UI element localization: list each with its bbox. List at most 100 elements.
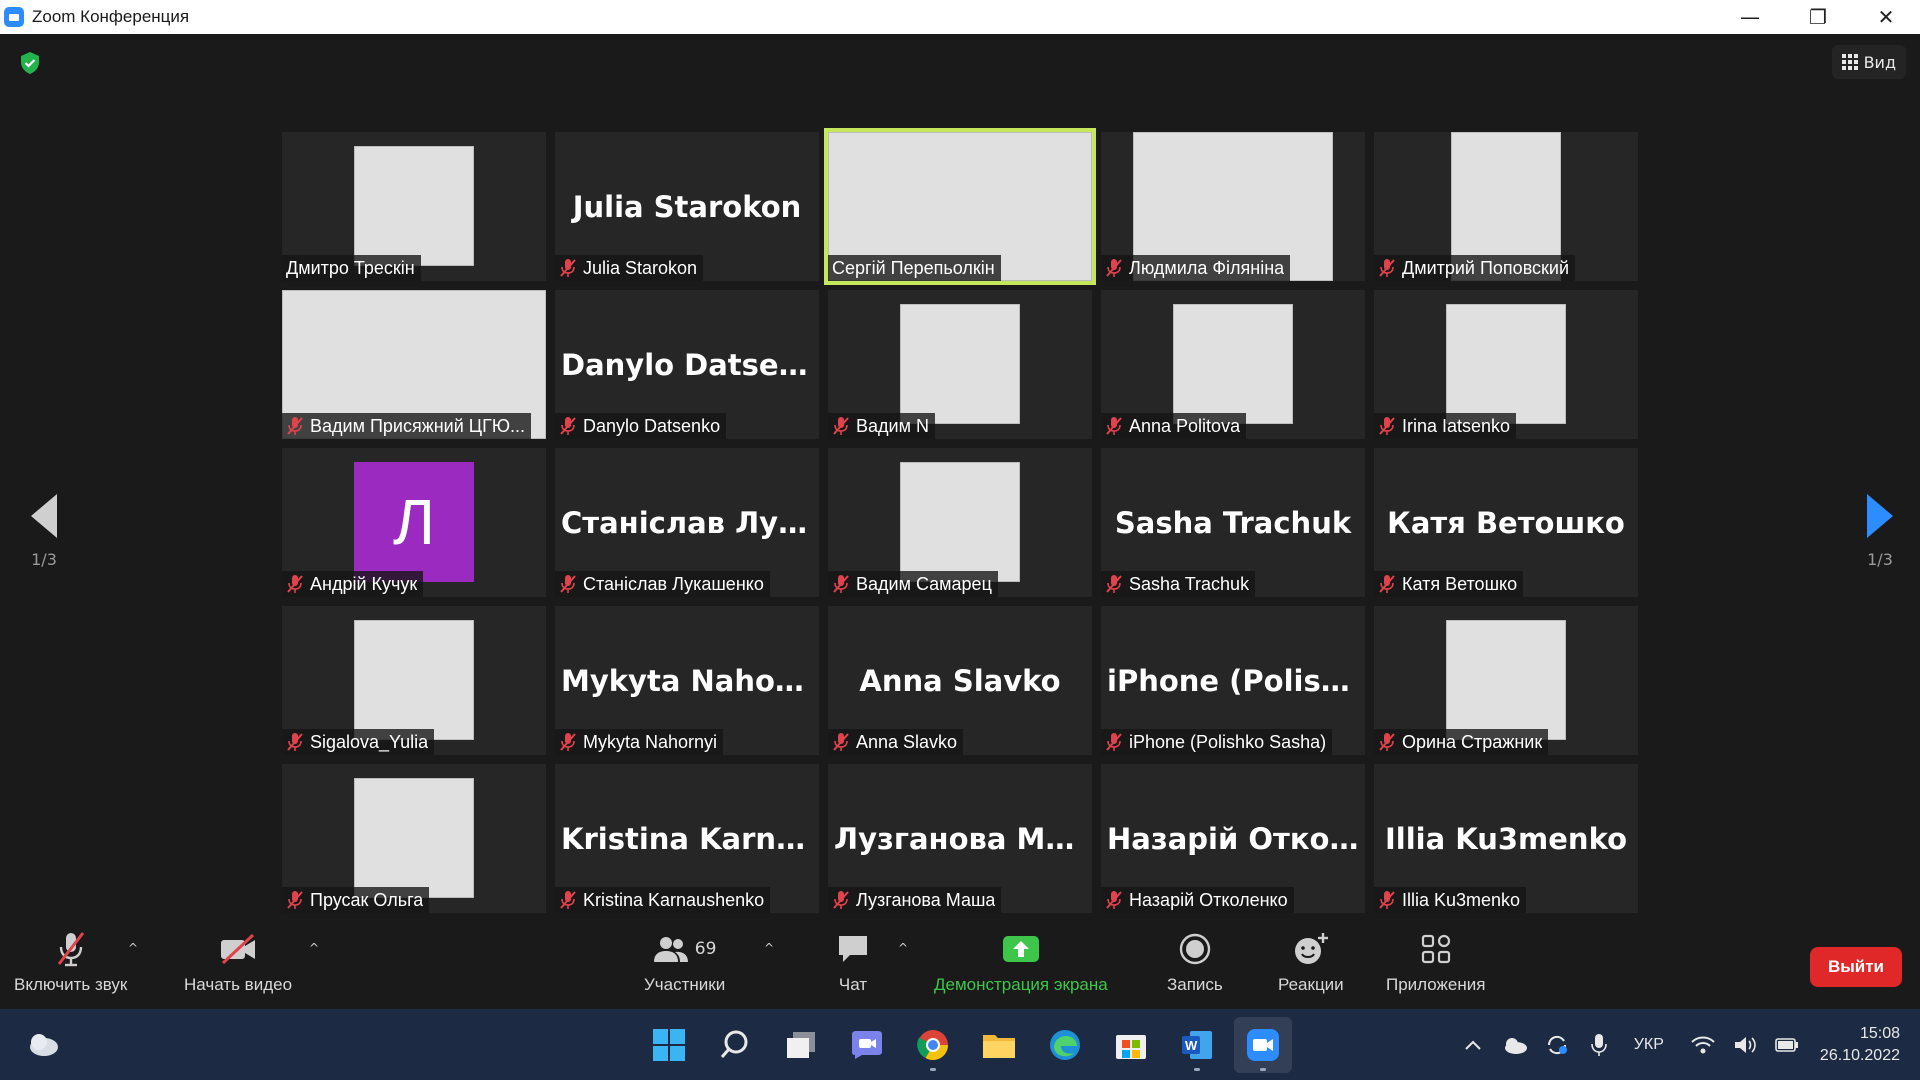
record-button[interactable]: Запись <box>1167 927 1223 995</box>
minimize-button[interactable]: — <box>1716 0 1784 34</box>
wifi-icon[interactable] <box>1688 1030 1718 1060</box>
participant-name-label: Anna Slavko <box>828 729 964 755</box>
store-icon <box>1116 1035 1146 1059</box>
prev-page-button[interactable]: 1/3 <box>14 494 74 569</box>
chat-button[interactable]: Чат <box>836 927 870 995</box>
participant-tile[interactable]: Kristina Karnau... Kristina Karnaushenko <box>555 764 819 913</box>
participant-name-label: Дмитро Трескін <box>282 255 421 281</box>
system-tray: УКР 15:08 26.10.2022 <box>1452 1009 1920 1080</box>
next-page-button[interactable]: 1/3 <box>1850 494 1910 569</box>
leave-button[interactable]: Выйти <box>1810 947 1902 987</box>
chrome-icon <box>917 1030 948 1061</box>
participant-tile[interactable]: Julia Starokon Julia Starokon <box>555 132 819 281</box>
participant-tile[interactable]: Катя Ветошко Катя Ветошко <box>1374 448 1638 597</box>
participant-name-label: Вадим Присяжний ЦГЮ... <box>282 413 532 439</box>
reactions-icon <box>1293 927 1329 971</box>
participant-name-label: Сергій Перепьолкін <box>828 255 1001 281</box>
participant-name: Катя Ветошко <box>1402 573 1518 594</box>
participant-tile[interactable]: Anna Politova <box>1101 290 1365 439</box>
participant-tile[interactable]: Орина Стражник <box>1374 606 1638 755</box>
share-screen-button[interactable]: Демонстрация экрана <box>934 927 1108 995</box>
file-explorer-app[interactable] <box>970 1017 1028 1073</box>
participant-tile[interactable]: Вадим Присяжний ЦГЮ... <box>282 290 546 439</box>
mic-muted-icon <box>1105 732 1123 752</box>
participant-tile[interactable]: Sigalova_Yulia <box>282 606 546 755</box>
participant-tile[interactable]: Mykyta Nahornyi Mykyta Nahornyi <box>555 606 819 755</box>
participant-tile[interactable]: Anna Slavko Anna Slavko <box>828 606 1092 755</box>
participant-name: Дмитрий Поповский <box>1402 257 1570 278</box>
participant-display-name: Julia Starokon <box>572 190 802 224</box>
participant-tile[interactable]: Сергій Перепьолкін <box>824 128 1096 285</box>
mic-muted-icon <box>286 574 304 594</box>
participant-tile[interactable]: Danylo Datsenko Danylo Datsenko <box>555 290 819 439</box>
store-app[interactable] <box>1102 1017 1160 1073</box>
participant-name-label: Вадим N <box>828 413 935 439</box>
participant-name-label: Irina Iatsenko <box>1374 413 1517 439</box>
apps-label: Приложения <box>1386 975 1486 994</box>
zoom-app[interactable] <box>1234 1017 1292 1073</box>
participant-name-label: Вадим Самарец <box>828 571 998 597</box>
participant-letter-avatar: Л <box>354 462 474 582</box>
task-view-button[interactable] <box>772 1017 830 1073</box>
participant-tile[interactable]: Illia Ku3menko Illia Ku3menko <box>1374 764 1638 913</box>
security-shield-icon[interactable] <box>18 51 42 75</box>
folder-icon <box>983 1035 1015 1058</box>
participants-count: 69 <box>694 939 717 959</box>
participant-tile[interactable]: Дмитро Трескін <box>282 132 546 281</box>
participant-name: Андрій Кучук <box>310 573 418 594</box>
participant-name: Kristina Karnaushenko <box>583 889 765 910</box>
participant-tile[interactable]: Вадим N <box>828 290 1092 439</box>
word-app[interactable]: W <box>1168 1017 1226 1073</box>
video-options-caret[interactable]: ^ <box>309 941 319 955</box>
taskbar-search[interactable] <box>706 1017 764 1073</box>
reactions-label: Реакции <box>1278 975 1344 994</box>
onedrive-cloud-icon[interactable] <box>1500 1030 1530 1060</box>
participant-name: iPhone (Polishko Sasha) <box>1129 731 1327 752</box>
start-button[interactable] <box>640 1017 698 1073</box>
participants-button[interactable]: 69 Участники <box>644 927 725 995</box>
participant-tile[interactable]: Irina Iatsenko <box>1374 290 1638 439</box>
participant-tile[interactable]: Назарій Откол... Назарій Отколенко <box>1101 764 1365 913</box>
participant-tile[interactable]: Вадим Самарец <box>828 448 1092 597</box>
battery-icon[interactable] <box>1772 1030 1802 1060</box>
mic-muted-icon <box>832 574 850 594</box>
edge-app[interactable] <box>1036 1017 1094 1073</box>
volume-icon[interactable] <box>1730 1030 1760 1060</box>
participant-tile[interactable]: Лузганова Маша Лузганова Маша <box>828 764 1092 913</box>
participant-display-name: iPhone (Polishk... <box>1107 664 1365 698</box>
teams-chat-app[interactable] <box>838 1017 896 1073</box>
maximize-button[interactable]: ❐ <box>1784 0 1852 34</box>
participant-tile[interactable]: Станіслав Лука... Станіслав Лукашенко <box>555 448 819 597</box>
participant-tile[interactable]: iPhone (Polishk... iPhone (Polishko Sasha… <box>1101 606 1365 755</box>
participant-tile[interactable]: Людмила Філяніна <box>1101 132 1365 281</box>
participant-tile[interactable]: Sasha Trachuk Sasha Trachuk <box>1101 448 1365 597</box>
sync-icon[interactable] <box>1542 1030 1572 1060</box>
chat-options-caret[interactable]: ^ <box>898 941 908 955</box>
unmute-button[interactable]: Включить звук <box>14 927 127 995</box>
apps-button[interactable]: Приложения <box>1386 927 1485 995</box>
participant-tile[interactable]: Л Андрій Кучук <box>282 448 546 597</box>
clock[interactable]: 15:08 26.10.2022 <box>1820 1023 1900 1067</box>
chat-app-icon <box>852 1031 882 1059</box>
participant-name-label: Danylo Datsenko <box>555 413 727 439</box>
input-language[interactable]: УКР <box>1634 1036 1664 1054</box>
svg-text:W: W <box>1185 1038 1198 1053</box>
apps-icon <box>1420 927 1452 971</box>
reactions-button[interactable]: Реакции <box>1278 927 1344 995</box>
microphone-icon[interactable] <box>1584 1030 1614 1060</box>
participants-options-caret[interactable]: ^ <box>764 941 774 955</box>
participant-name: Назарій Отколенко <box>1129 889 1288 910</box>
chrome-app[interactable] <box>904 1017 962 1073</box>
start-video-button[interactable]: Начать видео <box>184 927 292 995</box>
mic-muted-icon <box>286 890 304 910</box>
chevron-up-icon[interactable] <box>1458 1030 1488 1060</box>
participant-name: Sigalova_Yulia <box>310 731 429 752</box>
participant-tile[interactable]: Прусак Ольга <box>282 764 546 913</box>
participant-tile[interactable]: Дмитрий Поповский <box>1374 132 1638 281</box>
arrow-left-icon <box>31 494 57 538</box>
view-button[interactable]: Вид <box>1831 45 1906 79</box>
audio-options-caret[interactable]: ^ <box>128 941 138 955</box>
mic-muted-icon <box>559 416 577 436</box>
weather-cloud-icon[interactable] <box>26 1029 60 1059</box>
close-button[interactable]: ✕ <box>1852 0 1920 34</box>
